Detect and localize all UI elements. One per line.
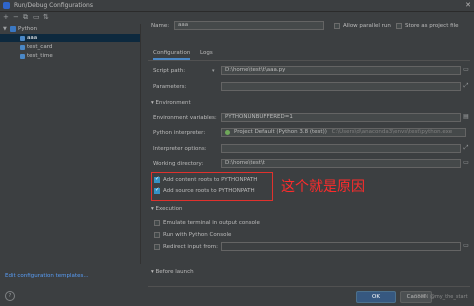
- execution-section-label: Execution: [155, 206, 183, 212]
- browse-folder-icon[interactable]: ▭: [462, 66, 470, 74]
- env-vars-label: Environment variables:: [153, 115, 217, 121]
- tree-item-label: aaa: [27, 35, 38, 41]
- redirect-input-checkbox[interactable]: [154, 244, 160, 250]
- allow-parallel-checkbox[interactable]: [334, 23, 340, 29]
- tree-toolbar: + − ⧉ ▭ ⇅: [3, 13, 140, 22]
- copy-icon[interactable]: ⧉: [23, 13, 28, 22]
- python-icon: [10, 26, 16, 32]
- window-title: Run/Debug Configurations: [14, 2, 93, 9]
- configuration-tree: ▼ Python aaa test_card test_time: [0, 24, 141, 264]
- execution-section[interactable]: ▾ Execution: [151, 206, 183, 212]
- parameters-field[interactable]: [221, 82, 461, 91]
- interpreter-select[interactable]: Project Default (Python 3.8 (test)) C:\U…: [221, 128, 466, 137]
- title-bar: Run/Debug Configurations ✕: [0, 0, 474, 12]
- tab-logs[interactable]: Logs: [200, 48, 213, 58]
- sort-icon[interactable]: ⇅: [43, 13, 49, 22]
- redirect-input-field[interactable]: [221, 242, 461, 251]
- run-console-checkbox[interactable]: [154, 232, 160, 238]
- help-icon[interactable]: ?: [5, 291, 15, 301]
- before-launch-section[interactable]: ▾ Before launch: [151, 269, 194, 275]
- tab-divider: [148, 60, 470, 61]
- expand-icon[interactable]: ⤢: [462, 82, 470, 90]
- tab-configuration[interactable]: Configuration: [153, 48, 191, 60]
- script-path-field[interactable]: D:\home\test\t\aaa.py: [221, 66, 461, 75]
- ok-button[interactable]: OK: [356, 291, 396, 303]
- chevron-down-icon[interactable]: ▼: [3, 25, 7, 33]
- redirect-input-label: Redirect input from:: [163, 244, 218, 250]
- remove-icon[interactable]: −: [13, 13, 19, 22]
- working-dir-label: Working directory:: [153, 161, 204, 167]
- tree-item-aaa[interactable]: aaa: [0, 34, 140, 42]
- env-vars-field[interactable]: PYTHONUNBUFFERED=1: [221, 113, 461, 122]
- expand-icon[interactable]: ⤢: [462, 144, 470, 152]
- watermark: CSDN @my_the_start: [414, 294, 468, 300]
- tree-item-label: test_card: [27, 44, 53, 50]
- interpreter-label: Python interpreter:: [153, 130, 206, 136]
- name-label: Name:: [151, 23, 170, 29]
- interpreter-options-label: Interpreter options:: [153, 146, 207, 152]
- environment-section-label: Environment: [155, 100, 191, 106]
- store-project-label: Store as project file: [405, 23, 459, 29]
- folder-icon[interactable]: ▭: [33, 13, 40, 22]
- window-close-icon[interactable]: ✕: [465, 1, 471, 9]
- interpreter-name: Project Default (Python 3.8 (test)): [234, 129, 327, 135]
- interpreter-options-field[interactable]: [221, 144, 461, 153]
- footer-divider: [148, 286, 470, 287]
- python-file-icon: [20, 53, 25, 59]
- interpreter-path: C:\Users\d\anaconda3\envs\test\python.ex…: [331, 129, 453, 135]
- annotation-text: 这个就是原因: [281, 179, 365, 195]
- add-icon[interactable]: +: [3, 13, 9, 22]
- emulate-terminal-checkbox[interactable]: [154, 220, 160, 226]
- parameters-label: Parameters:: [153, 84, 187, 90]
- tree-group-label: Python: [18, 26, 38, 32]
- add-content-roots-label: Add content roots to PYTHONPATH: [163, 177, 258, 183]
- browse-folder-icon[interactable]: ▭: [462, 242, 470, 250]
- allow-parallel-label: Allow parallel run: [343, 23, 391, 29]
- app-icon: [3, 2, 10, 9]
- tree-item-test-card[interactable]: test_card: [0, 43, 140, 51]
- environment-section[interactable]: ▾ Environment: [151, 100, 191, 106]
- script-type-dropdown-icon[interactable]: ▾: [212, 68, 215, 74]
- add-source-roots-label: Add source roots to PYTHONPATH: [163, 188, 255, 194]
- python-interpreter-icon: [225, 130, 230, 135]
- name-field[interactable]: aaa: [174, 21, 324, 30]
- browse-folder-icon[interactable]: ▭: [462, 159, 470, 167]
- run-console-label: Run with Python Console: [163, 232, 232, 238]
- edit-templates-link[interactable]: Edit configuration templates...: [5, 273, 89, 279]
- python-file-icon: [20, 35, 25, 41]
- before-launch-section-label: Before launch: [155, 269, 194, 275]
- tree-item-test-time[interactable]: test_time: [0, 52, 140, 60]
- edit-env-icon[interactable]: ▤: [462, 113, 470, 121]
- emulate-terminal-label: Emulate terminal in output console: [163, 220, 260, 226]
- add-source-roots-checkbox[interactable]: [154, 187, 160, 194]
- python-file-icon: [20, 44, 25, 50]
- store-project-checkbox[interactable]: [396, 23, 402, 29]
- working-dir-field[interactable]: D:\home\test\t: [221, 159, 461, 168]
- tree-item-label: test_time: [27, 53, 53, 59]
- tree-group-python[interactable]: ▼ Python: [0, 25, 140, 33]
- script-path-label: Script path:: [153, 68, 186, 74]
- add-content-roots-checkbox[interactable]: [154, 176, 160, 183]
